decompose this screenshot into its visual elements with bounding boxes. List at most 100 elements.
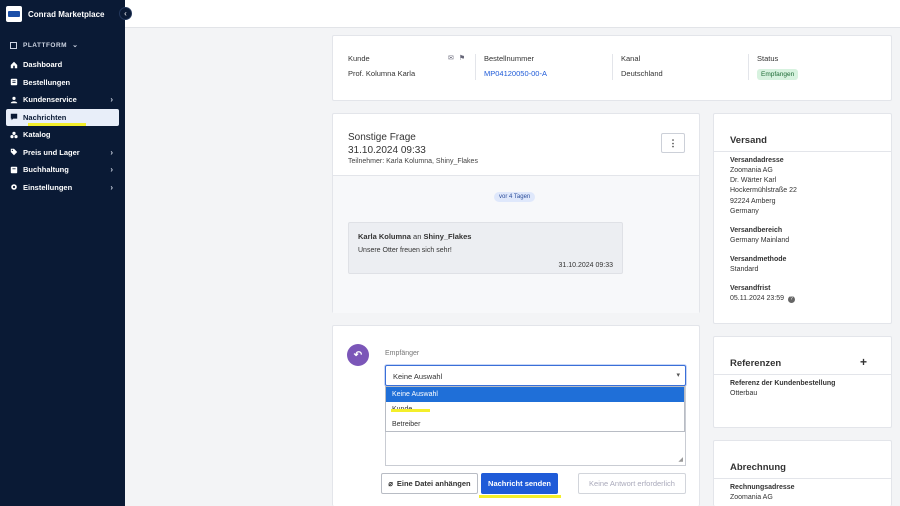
- attach-file-button[interactable]: ⌀ Eine Datei anhängen: [381, 473, 478, 494]
- divider: [714, 478, 891, 479]
- recipient-selected-value: Keine Auswahl: [393, 372, 443, 381]
- sidebar-item-kundenservice[interactable]: Kundenservice ›: [0, 91, 125, 109]
- status-label: Status: [757, 54, 779, 63]
- sidebar-item-label: Katalog: [23, 130, 51, 140]
- brand[interactable]: Conrad Marketplace: [0, 0, 125, 28]
- order-number-label: Bestellnummer: [484, 54, 535, 63]
- sidebar-item-preis-und-lager[interactable]: Preis und Lager ›: [0, 144, 125, 162]
- message-list: vor 4 Tagen Karla Kolumna an Shiny_Flake…: [333, 176, 699, 313]
- send-message-button[interactable]: Nachricht senden: [481, 473, 558, 494]
- address-line: 92224 Amberg: [730, 198, 776, 205]
- recipient-label: Empfänger: [385, 350, 420, 357]
- message-to: Shiny_Flakes: [423, 232, 472, 241]
- resize-grip-icon[interactable]: ◢: [678, 456, 683, 463]
- thread-date: 31.10.2024 09:33: [348, 145, 426, 156]
- sidebar-item-dashboard[interactable]: Dashboard: [0, 56, 125, 74]
- age-pill: vor 4 Tagen: [494, 192, 536, 202]
- divider: [714, 151, 891, 152]
- shipping-deadline-label: Versandfrist: [730, 285, 771, 292]
- status-col: Status Empfangen: [757, 54, 799, 80]
- sidebar-item-nachrichten[interactable]: Nachrichten: [6, 108, 119, 126]
- address-line: Hockermühlstraße 22: [730, 187, 797, 194]
- ledger-icon: [10, 166, 18, 174]
- mail-icon[interactable]: ✉: [448, 55, 454, 62]
- divider: [612, 54, 613, 80]
- shipping-method-value: Standard: [730, 266, 759, 273]
- divider: [714, 374, 891, 375]
- message-bubble: Karla Kolumna an Shiny_Flakes Unsere Ott…: [348, 222, 623, 274]
- customer-reference-value: Otterbau: [730, 390, 758, 397]
- status-badge: Empfangen: [757, 69, 799, 80]
- message-icon: [10, 113, 18, 121]
- recipient-dropdown: Keine Auswahl Kunde Betreiber: [385, 386, 685, 432]
- shipping-deadline-row: 05.11.2024 23:59 ?: [730, 295, 795, 303]
- sidebar-item-label: Dashboard: [23, 60, 63, 70]
- option-kunde[interactable]: Kunde: [386, 402, 684, 417]
- gear-icon: [10, 183, 18, 191]
- collapse-sidebar-button[interactable]: ‹: [119, 7, 132, 20]
- sidebar-item-bestellungen[interactable]: Bestellungen: [0, 74, 125, 92]
- highlight-mark: [391, 409, 430, 412]
- chevron-right-icon: ›: [110, 147, 113, 157]
- section-plattform[interactable]: PLATTFORM ⌄: [0, 38, 125, 52]
- shipping-area-label: Versandbereich: [730, 227, 783, 234]
- thread-participants: Teilnehmer: Karla Kolumna, Shiny_Flakes: [348, 158, 478, 165]
- plus-icon: +: [859, 355, 867, 369]
- message-thread-card: Sonstige Frage 31.10.2024 09:33 Teilnehm…: [332, 113, 700, 313]
- order-number-link[interactable]: MP04120050-00-A: [484, 69, 547, 78]
- chevron-right-icon: ›: [110, 182, 113, 192]
- reply-card: ↶ Empfänger Keine Auswahl ▾ ◢ Keine Ausw…: [332, 325, 700, 506]
- shipping-method-label: Versandmethode: [730, 256, 787, 263]
- sidebar-item-katalog[interactable]: Katalog: [0, 126, 125, 144]
- references-title: Referenzen: [730, 358, 782, 369]
- channel-label: Kanal: [621, 54, 641, 63]
- references-card: Referenzen + Referenz der Kundenbestellu…: [713, 336, 892, 428]
- customer-col: Kunde Prof. Kolumna Karla: [348, 54, 415, 78]
- top-bar: [125, 0, 900, 28]
- chevron-right-icon: ›: [110, 95, 113, 105]
- reply-icon: ↶: [347, 344, 369, 366]
- shipping-area-value: Germany Mainland: [730, 237, 790, 244]
- highlight-mark: [479, 495, 561, 498]
- option-keine-auswahl[interactable]: Keine Auswahl: [386, 387, 684, 402]
- shipping-address-label: Versandadresse: [730, 157, 784, 164]
- sidebar: Conrad Marketplace PLATTFORM ⌄ Dashboard…: [0, 0, 125, 506]
- shipping-deadline-value: 05.11.2024 23:59: [730, 295, 784, 302]
- customer-name: Prof. Kolumna Karla: [348, 69, 416, 78]
- message-header: Karla Kolumna an Shiny_Flakes: [358, 232, 471, 241]
- person-icon: [10, 96, 18, 104]
- home-icon: [10, 61, 18, 69]
- more-options-button[interactable]: ⋮: [661, 133, 685, 153]
- catalog-icon: [10, 131, 18, 139]
- section-label: PLATTFORM: [23, 41, 68, 49]
- message-time: 31.10.2024 09:33: [558, 262, 614, 269]
- thread-subject: Sonstige Frage: [348, 132, 416, 143]
- chevron-down-icon: ⌄: [72, 42, 79, 49]
- order-number-col: Bestellnummer MP04120050-00-A: [484, 54, 547, 78]
- sidebar-item-label: Nachrichten: [23, 112, 67, 122]
- customer-label: Kunde: [348, 54, 370, 63]
- billing-title: Abrechnung: [730, 462, 786, 473]
- billing-address-line: Zoomania AG: [730, 494, 773, 501]
- kebab-icon: ⋮: [668, 137, 678, 148]
- help-icon[interactable]: ?: [787, 296, 795, 303]
- customer-actions: ✉ ⚑: [448, 54, 465, 62]
- sidebar-item-buchhaltung[interactable]: Buchhaltung ›: [0, 161, 125, 179]
- no-reply-needed-button[interactable]: Keine Antwort erforderlich: [578, 473, 686, 494]
- paperclip-icon: ⌀: [388, 479, 393, 488]
- channel-value: Deutschland: [621, 69, 663, 78]
- recipient-select[interactable]: Keine Auswahl ▾: [385, 365, 686, 386]
- shipping-title: Versand: [730, 135, 767, 146]
- chevron-right-icon: ›: [110, 165, 113, 175]
- flag-icon[interactable]: ⚑: [459, 55, 465, 62]
- sidebar-item-einstellungen[interactable]: Einstellungen ›: [0, 179, 125, 197]
- address-line: Germany: [730, 208, 759, 215]
- sidebar-nav: Dashboard Bestellungen Kundenservice › N…: [0, 56, 125, 196]
- sidebar-item-label: Bestellungen: [23, 77, 71, 87]
- option-betreiber[interactable]: Betreiber: [386, 417, 684, 432]
- message-connector: an: [413, 232, 422, 241]
- address-line: Zoomania AG: [730, 167, 773, 174]
- sidebar-item-label: Preis und Lager: [23, 147, 80, 157]
- sidebar-item-label: Kundenservice: [23, 95, 77, 105]
- add-reference-button[interactable]: +: [860, 355, 867, 369]
